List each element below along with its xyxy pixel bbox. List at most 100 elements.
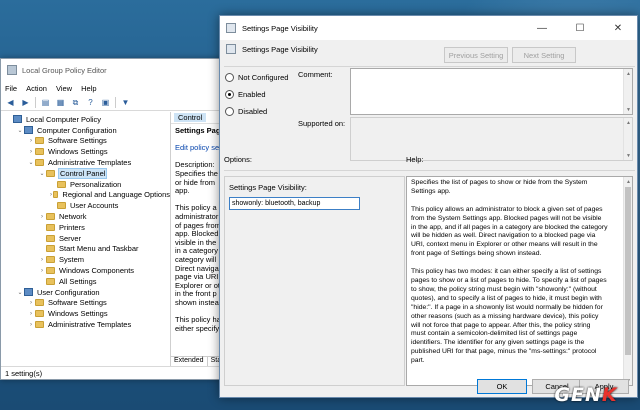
comment-scrollbar[interactable]: ▲ ▼: [623, 69, 632, 114]
properties-icon[interactable]: ▦: [55, 97, 66, 108]
tree-node[interactable]: › Software Settings: [1, 298, 170, 309]
folder-icon: [35, 148, 44, 156]
window-controls: — ☐ ✕: [523, 16, 637, 40]
scroll-up-icon[interactable]: ▲: [624, 177, 633, 186]
setting-header: Settings Page Visibility: [226, 44, 318, 54]
scroll-up-icon[interactable]: ▲: [624, 118, 633, 127]
menu-view[interactable]: View: [56, 84, 72, 93]
tree-node[interactable]: All Settings: [1, 276, 170, 287]
minimize-icon[interactable]: —: [523, 16, 561, 40]
tree-node[interactable]: › Windows Settings: [1, 146, 170, 157]
previous-setting-button[interactable]: Previous Setting: [444, 47, 508, 63]
help-scroll-thumb[interactable]: [625, 187, 631, 355]
tree-node[interactable]: › Windows Components: [1, 265, 170, 276]
tree-node[interactable]: Local Computer Policy: [1, 114, 170, 125]
tree-node[interactable]: › Network: [1, 211, 170, 222]
scroll-down-icon[interactable]: ▼: [624, 151, 633, 160]
radio-enabled-label: Enabled: [238, 90, 266, 99]
back-arrow-icon[interactable]: ◀: [5, 97, 16, 108]
help-panel: Specifies the list of pages to show or h…: [406, 176, 633, 386]
tree-expander-icon[interactable]: ⌄: [16, 127, 24, 134]
tree-node[interactable]: › Administrative Templates: [1, 319, 170, 330]
folder-icon: [35, 299, 44, 307]
tree-node[interactable]: › Software Settings: [1, 136, 170, 147]
dialog-titlebar[interactable]: Settings Page Visibility — ☐ ✕: [220, 16, 637, 40]
group-policy-editor-window: Local Group Policy Editor File Action Vi…: [0, 58, 238, 380]
tree-node-label: Windows Settings: [48, 147, 108, 157]
tree-node-label: Network: [59, 212, 87, 222]
comment-label: Comment:: [298, 70, 333, 79]
tree-expander-icon[interactable]: ›: [27, 300, 35, 306]
dialog-title: Settings Page Visibility: [242, 23, 318, 33]
gpe-titlebar[interactable]: Local Group Policy Editor: [1, 59, 237, 81]
ok-button[interactable]: OK: [477, 379, 527, 394]
help-icon[interactable]: ?: [85, 97, 96, 108]
radio-not-configured[interactable]: Not Configured: [225, 73, 288, 82]
section-divider: [224, 170, 635, 171]
setting-name: Settings Page Visibility: [242, 44, 318, 54]
setting-icon: [226, 44, 236, 54]
scroll-down-icon[interactable]: ▼: [624, 105, 633, 114]
scroll-up-icon[interactable]: ▲: [624, 69, 633, 78]
settings-page-visibility-input[interactable]: showonly: bluetooth, backup: [229, 197, 360, 210]
tree-node[interactable]: › Regional and Language Options: [1, 190, 170, 201]
tree-node-label: System: [59, 255, 85, 265]
tree-expander-icon[interactable]: ›: [38, 257, 46, 263]
tree-node[interactable]: ⌄ Computer Configuration: [1, 125, 170, 136]
gpe-body: Local Computer Policy ⌄ Computer Configura…: [1, 112, 237, 367]
radio-not-configured-dot[interactable]: [225, 73, 234, 82]
tree-expander-icon[interactable]: ›: [27, 149, 35, 155]
filter-icon[interactable]: ▼: [120, 97, 131, 108]
tree-node-label: Printers: [59, 222, 85, 232]
tree-node[interactable]: User Accounts: [1, 200, 170, 211]
tree-node[interactable]: ⌄ Administrative Templates: [1, 157, 170, 168]
tree-node[interactable]: › Windows Settings: [1, 308, 170, 319]
tree-expander-icon[interactable]: ›: [27, 311, 35, 317]
tree-node-label: Server: [59, 233, 82, 243]
genk-watermark-logo: GEN K: [554, 384, 618, 406]
supported-scrollbar[interactable]: ▲ ▼: [623, 118, 632, 160]
tree-node[interactable]: ⌄ User Configuration: [1, 287, 170, 298]
next-setting-button[interactable]: Next Setting: [512, 47, 576, 63]
tree-node[interactable]: › System: [1, 254, 170, 265]
gpe-app-icon: [7, 65, 17, 75]
radio-disabled-label: Disabled: [238, 107, 268, 116]
radio-enabled-dot[interactable]: [225, 90, 234, 99]
tree-node[interactable]: Printers: [1, 222, 170, 233]
tree-expander-icon[interactable]: ›: [38, 214, 46, 220]
comment-textarea[interactable]: ▲ ▼: [350, 68, 633, 115]
tree-expander-icon[interactable]: ⌄: [16, 289, 24, 296]
maximize-icon[interactable]: ☐: [561, 16, 599, 40]
tree-node-label: Control Panel: [57, 167, 108, 179]
radio-enabled[interactable]: Enabled: [225, 90, 266, 99]
option-field-label: Settings Page Visibility:: [229, 183, 307, 192]
tree-node[interactable]: Start Menu and Taskbar: [1, 244, 170, 255]
export-list-icon[interactable]: ⧉: [70, 97, 81, 108]
close-icon[interactable]: ✕: [599, 16, 637, 40]
radio-disabled-dot[interactable]: [225, 107, 234, 116]
tree-expander-icon[interactable]: ⌄: [27, 159, 35, 166]
tree-node-label: Start Menu and Taskbar: [59, 244, 139, 254]
gpe-menubar: File Action View Help: [1, 81, 237, 95]
tree-node[interactable]: Personalization: [1, 179, 170, 190]
tree-expander-icon[interactable]: ⌄: [38, 170, 46, 177]
menu-action[interactable]: Action: [26, 84, 47, 93]
tree-node[interactable]: ⌄ Control Panel: [1, 167, 170, 179]
show-pane-icon[interactable]: ▣: [100, 97, 111, 108]
folder-icon: [57, 202, 66, 210]
menu-file[interactable]: File: [5, 84, 17, 93]
tree-node[interactable]: Server: [1, 233, 170, 244]
options-panel: Settings Page Visibility: showonly: blue…: [224, 176, 405, 386]
folder-icon: [35, 321, 44, 329]
tree-expander-icon[interactable]: ›: [38, 268, 46, 274]
tree-node-label: Windows Components: [59, 266, 135, 276]
radio-disabled[interactable]: Disabled: [225, 107, 267, 116]
settings-page-visibility-value: showonly: bluetooth, backup: [232, 200, 321, 207]
show-hide-tree-icon[interactable]: ▤: [40, 97, 51, 108]
folder-icon: [46, 267, 55, 275]
forward-arrow-icon[interactable]: ▶: [20, 97, 31, 108]
help-scrollbar[interactable]: ▲ ▼: [623, 177, 632, 385]
tree-expander-icon[interactable]: ›: [27, 138, 35, 144]
tree-expander-icon[interactable]: ›: [27, 322, 35, 328]
menu-help[interactable]: Help: [81, 84, 96, 93]
